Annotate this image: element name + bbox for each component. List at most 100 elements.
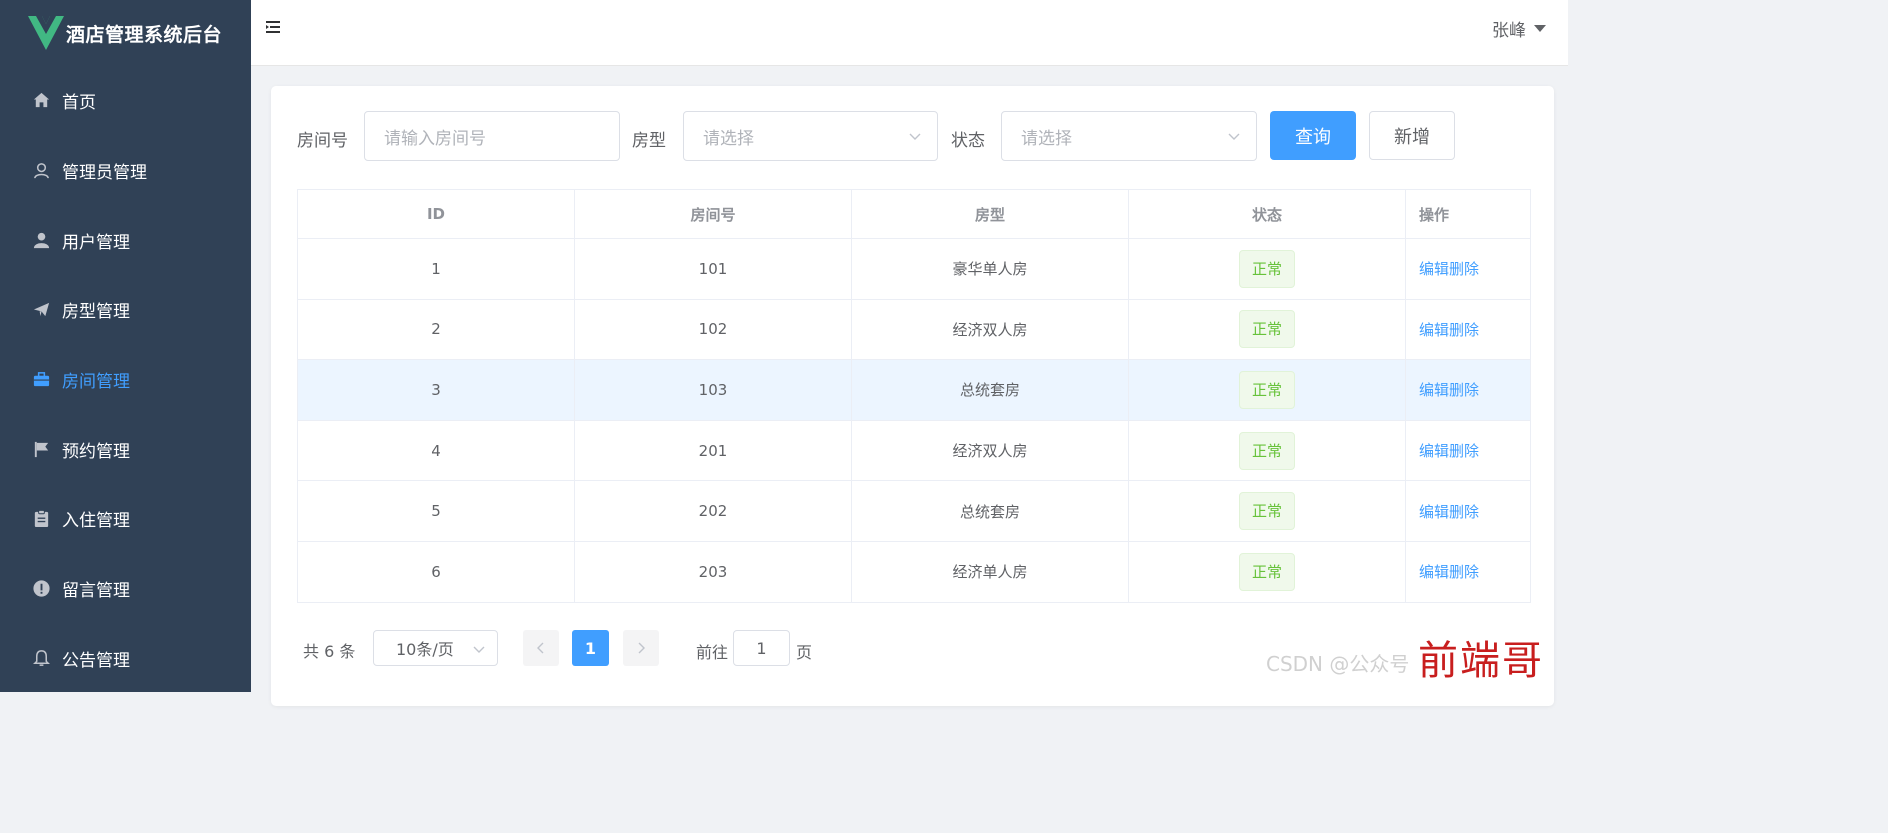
sidebar-item-room-types[interactable]: 房型管理 (0, 275, 251, 345)
page-size-value: 10条/页 (396, 640, 454, 659)
sidebar-item-notices[interactable]: 公告管理 (0, 624, 251, 694)
fold-menu-icon[interactable] (265, 18, 283, 36)
cell-room-no: 103 (574, 359, 852, 421)
table-row[interactable]: 4 201 经济双人房 正常 编辑删除 (297, 419, 1531, 482)
delete-link[interactable]: 删除 (1449, 260, 1479, 278)
user-dropdown[interactable]: 张峰 (1492, 16, 1546, 41)
user-solid-icon (31, 230, 51, 250)
sidebar-item-rooms[interactable]: 房间管理 (0, 345, 251, 415)
table-row[interactable]: 1 101 豪华单人房 正常 编辑删除 (297, 238, 1531, 300)
sidebar-item-home[interactable]: 首页 (0, 66, 251, 136)
edit-link[interactable]: 编辑 (1419, 563, 1449, 581)
room-no-placeholder: 请输入房间号 (384, 128, 486, 149)
user-outline-icon (31, 161, 51, 181)
column-header-id: ID (297, 189, 575, 239)
red-watermark: 前端哥 (1418, 638, 1544, 684)
room-type-label: 房型 (632, 131, 666, 151)
status-badge: 正常 (1238, 249, 1295, 288)
delete-link[interactable]: 删除 (1449, 503, 1479, 521)
room-no-label: 房间号 (297, 131, 348, 151)
app-title: 酒店管理系统后台 (66, 23, 223, 46)
page-number-1[interactable]: 1 (572, 630, 609, 666)
sidebar: 酒店管理系统后台 首页 管理员管理 用户管理 房型管理 房间管理 预约管理 入住… (0, 0, 251, 692)
edit-link[interactable]: 编辑 (1419, 442, 1449, 460)
cell-actions: 编辑删除 (1405, 540, 1531, 603)
column-header-status: 状态 (1128, 189, 1406, 239)
add-button[interactable]: 新增 (1369, 111, 1455, 160)
page-suffix-label: 页 (796, 643, 813, 662)
sidebar-item-label: 用户管理 (62, 232, 130, 253)
sidebar-item-admins[interactable]: 管理员管理 (0, 136, 251, 206)
status-placeholder: 请选择 (1021, 128, 1072, 149)
cell-room-type: 豪华单人房 (851, 238, 1129, 300)
chevron-down-icon (909, 133, 921, 140)
edit-link[interactable]: 编辑 (1419, 381, 1449, 399)
chevron-left-icon (537, 642, 544, 654)
cell-id: 3 (297, 359, 575, 421)
cell-status: 正常 (1128, 480, 1406, 542)
cell-room-no: 203 (574, 540, 852, 603)
sidebar-item-reservations[interactable]: 预约管理 (0, 414, 251, 484)
column-header-actions: 操作 (1405, 189, 1531, 239)
cell-id: 5 (297, 480, 575, 542)
bell-icon (31, 648, 51, 668)
room-no-input[interactable]: 请输入房间号 (364, 111, 620, 161)
cell-room-no: 101 (574, 238, 852, 300)
cell-status: 正常 (1128, 359, 1406, 421)
goto-label: 前往 (696, 643, 729, 662)
status-badge: 正常 (1238, 310, 1295, 349)
flag-icon (31, 439, 51, 459)
status-badge: 正常 (1238, 431, 1295, 470)
logo[interactable]: 酒店管理系统后台 (0, 0, 251, 66)
sidebar-item-label: 公告管理 (62, 650, 130, 671)
cell-status: 正常 (1128, 298, 1406, 361)
next-page-button[interactable] (623, 630, 659, 666)
table-row[interactable]: 6 203 经济单人房 正常 编辑删除 (297, 540, 1531, 603)
room-type-placeholder: 请选择 (703, 128, 754, 149)
table-header-row: ID 房间号 房型 状态 操作 (297, 189, 1531, 239)
prev-page-button[interactable] (523, 630, 559, 666)
chevron-right-icon (638, 642, 645, 654)
delete-link[interactable]: 删除 (1449, 321, 1479, 339)
room-type-select[interactable]: 请选择 (683, 111, 938, 161)
delete-link[interactable]: 删除 (1449, 442, 1479, 460)
edit-link[interactable]: 编辑 (1419, 260, 1449, 278)
delete-link[interactable]: 删除 (1449, 381, 1479, 399)
sidebar-item-label: 预约管理 (62, 441, 130, 462)
cell-id: 1 (297, 238, 575, 300)
cell-actions: 编辑删除 (1405, 419, 1531, 482)
page-size-select[interactable]: 10条/页 (373, 630, 498, 666)
sidebar-item-users[interactable]: 用户管理 (0, 205, 251, 275)
edit-link[interactable]: 编辑 (1419, 503, 1449, 521)
status-select[interactable]: 请选择 (1001, 111, 1257, 161)
table-row[interactable]: 5 202 总统套房 正常 编辑删除 (297, 480, 1531, 542)
status-badge: 正常 (1238, 552, 1295, 591)
sidebar-item-checkins[interactable]: 入住管理 (0, 484, 251, 554)
table-row[interactable]: 2 102 经济双人房 正常 编辑删除 (297, 298, 1531, 361)
briefcase-icon (31, 370, 51, 390)
cell-room-no: 201 (574, 419, 852, 482)
sidebar-menu: 首页 管理员管理 用户管理 房型管理 房间管理 预约管理 入住管理 留言管理 公… (0, 66, 251, 693)
sidebar-item-messages[interactable]: 留言管理 (0, 554, 251, 624)
cell-id: 2 (297, 298, 575, 361)
cell-status: 正常 (1128, 419, 1406, 482)
table-row[interactable]: 3 103 总统套房 正常 编辑删除 (297, 359, 1531, 421)
user-name: 张峰 (1492, 21, 1526, 41)
edit-link[interactable]: 编辑 (1419, 321, 1449, 339)
caret-down-icon (1534, 25, 1546, 32)
query-button[interactable]: 查询 (1270, 111, 1356, 160)
csdn-watermark: CSDN @公众号 (1266, 652, 1410, 676)
cell-room-no: 102 (574, 298, 852, 361)
cell-room-type: 总统套房 (851, 480, 1129, 542)
cell-status: 正常 (1128, 540, 1406, 603)
goto-page-input[interactable]: 1 (733, 630, 790, 666)
column-header-room-no: 房间号 (574, 189, 852, 239)
delete-link[interactable]: 删除 (1449, 563, 1479, 581)
pagination-total: 共 6 条 (303, 642, 356, 661)
sidebar-item-label: 首页 (62, 93, 96, 114)
cell-id: 4 (297, 419, 575, 482)
sidebar-item-label: 入住管理 (62, 511, 130, 532)
status-badge: 正常 (1238, 492, 1295, 531)
paper-plane-icon (31, 300, 51, 320)
cell-room-type: 经济双人房 (851, 298, 1129, 361)
